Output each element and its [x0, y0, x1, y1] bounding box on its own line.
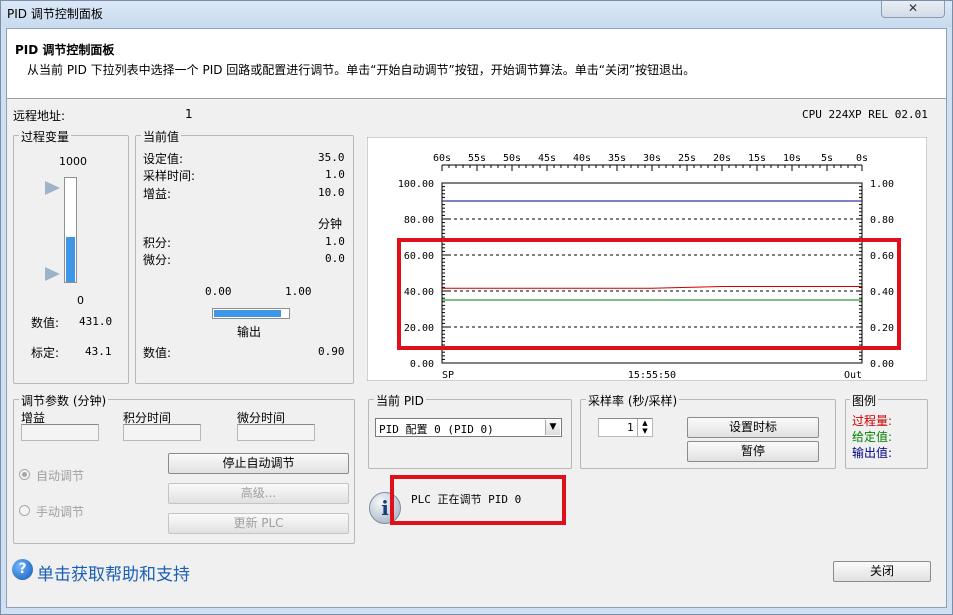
header-description: 从当前 PID 下拉列表中选择一个 PID 回路或配置进行调节。单击“开始自动调…	[27, 63, 696, 77]
sample-time-label: 采样时间:	[143, 169, 196, 183]
time-tick-label: 5s	[821, 153, 833, 164]
minutes-label: 分钟	[318, 217, 343, 231]
cpu-version: CPU 224XP REL 02.01	[802, 108, 928, 121]
auto-tune-radio[interactable]	[19, 469, 30, 480]
pv-level-bar	[66, 237, 75, 282]
setpoint-value: 35.0	[318, 151, 345, 164]
chart-highlight-box	[397, 238, 901, 350]
output-numeric-value: 0.90	[318, 345, 345, 358]
process-variable-group-label: 过程变量	[19, 128, 72, 145]
gain-value: 10.0	[318, 186, 345, 199]
out-axis-label: Out	[844, 370, 862, 381]
time-tick-label: 10s	[783, 153, 801, 164]
left-tick-label: 80.00	[404, 215, 434, 226]
tuning-integral-field[interactable]	[123, 424, 201, 441]
time-tick-label: 15s	[748, 153, 766, 164]
setpoint-label: 设定值:	[143, 152, 184, 166]
pv-low-marker-icon[interactable]	[45, 267, 60, 281]
chevron-down-icon[interactable]: ▼	[545, 420, 560, 435]
pid-select[interactable]: PID 配置 0 (PID 0) ▼	[375, 418, 562, 437]
pv-scaled-label: 标定:	[31, 346, 60, 360]
close-button[interactable]: 关闭	[833, 561, 931, 582]
remote-address-value: 1	[185, 107, 193, 121]
help-link[interactable]: 单击获取帮助和支持	[37, 560, 190, 585]
time-tick-label: 30s	[643, 153, 661, 164]
set-time-base-button[interactable]: 设置时标	[687, 417, 819, 438]
pv-value-label: 数值:	[31, 316, 60, 330]
sp-axis-label: SP	[442, 370, 454, 381]
sample-rate-spinner[interactable]: 1 ▲ ▼	[598, 418, 653, 437]
time-tick-label: 45s	[538, 153, 556, 164]
derivative-value: 0.0	[325, 252, 345, 265]
output-max-label: 1.00	[285, 285, 312, 298]
output-label: 输出	[237, 325, 262, 339]
pid-select-value: PID 配置 0 (PID 0)	[379, 423, 494, 436]
update-plc-button[interactable]: 更新 PLC	[168, 513, 349, 534]
left-tick-label: 0.00	[410, 359, 434, 370]
time-tick-label: 60s	[433, 153, 451, 164]
time-tick-label: 55s	[468, 153, 486, 164]
pv-value: 431.0	[79, 315, 113, 328]
time-tick-label: 20s	[713, 153, 731, 164]
pv-scale-bottom: 0	[77, 294, 84, 307]
integral-value: 1.0	[325, 235, 345, 248]
sample-rate-value: 1	[627, 421, 634, 434]
gain-label: 增益:	[143, 187, 172, 201]
legend-sp: 给定值:	[852, 430, 893, 444]
close-icon: ✕	[907, 1, 919, 15]
time-stamp-label: 15:55:50	[628, 370, 676, 381]
pv-scale-top: 1000	[59, 155, 87, 168]
time-tick-label: 35s	[608, 153, 626, 164]
title-bar: PID 调节控制面板 ✕	[1, 1, 952, 27]
output-numeric-label: 数值:	[143, 346, 172, 360]
legend-pv: 过程量:	[852, 414, 893, 428]
right-tick-label: 0.00	[870, 359, 894, 370]
legend-out: 输出值:	[852, 446, 893, 460]
window-close-button[interactable]: ✕	[881, 1, 945, 18]
header-panel: PID 调节控制面板 从当前 PID 下拉列表中选择一个 PID 回路或配置进行…	[7, 29, 946, 99]
sample-rate-group-label: 采样率 (秒/采样)	[586, 392, 680, 409]
status-highlight-box	[390, 475, 566, 525]
left-tick-label: 100.00	[398, 179, 434, 190]
output-min-label: 0.00	[205, 285, 232, 298]
integral-label: 积分:	[143, 236, 172, 250]
current-values-group-label: 当前值	[141, 128, 182, 145]
remote-address-label: 远程地址:	[13, 109, 66, 123]
time-tick-label: 25s	[678, 153, 696, 164]
manual-tune-radio[interactable]	[19, 505, 30, 516]
window-title: PID 调节控制面板	[7, 7, 103, 21]
time-tick-label: 0s	[856, 153, 868, 164]
pv-high-marker-icon[interactable]	[45, 181, 60, 195]
output-bar	[214, 310, 281, 317]
current-pid-group-label: 当前 PID	[374, 392, 426, 409]
output-bar-track	[212, 308, 290, 319]
auto-tune-label: 自动调节	[36, 469, 85, 483]
legend-group-label: 图例	[850, 392, 879, 409]
pv-scaled-value: 43.1	[85, 345, 112, 358]
tuning-parameters-group-label: 调节参数 (分钟)	[19, 392, 109, 409]
tuning-gain-field[interactable]	[21, 424, 99, 441]
stop-auto-tune-button[interactable]: 停止自动调节	[168, 453, 349, 474]
spinner-arrows-icon[interactable]: ▲ ▼	[637, 419, 652, 436]
time-tick-label: 40s	[573, 153, 591, 164]
tuning-derivative-field[interactable]	[237, 424, 315, 441]
derivative-label: 微分:	[143, 253, 172, 267]
client-area: PID 调节控制面板 从当前 PID 下拉列表中选择一个 PID 回路或配置进行…	[6, 28, 947, 608]
pid-tuning-window: PID 调节控制面板 ✕ PID 调节控制面板 从当前 PID 下拉列表中选择一…	[0, 0, 953, 615]
pv-level-track	[64, 177, 77, 283]
help-icon[interactable]: ?	[12, 559, 33, 580]
advanced-button[interactable]: 高级...	[168, 483, 349, 504]
header-title: PID 调节控制面板	[15, 43, 115, 57]
manual-tune-label: 手动调节	[36, 505, 85, 519]
sample-time-value: 1.0	[325, 168, 345, 181]
right-tick-label: 0.80	[870, 215, 894, 226]
pause-button[interactable]: 暂停	[687, 441, 819, 462]
time-tick-label: 50s	[503, 153, 521, 164]
right-tick-label: 1.00	[870, 179, 894, 190]
